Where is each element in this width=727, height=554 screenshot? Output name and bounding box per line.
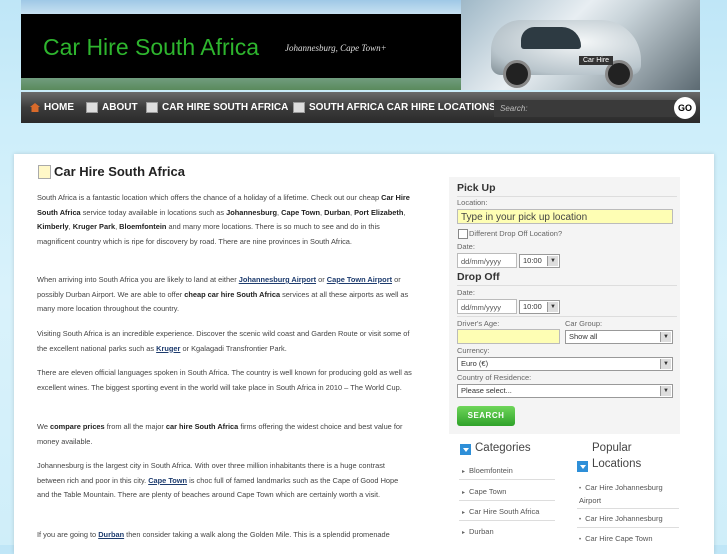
category-item[interactable]: ▸ Car Hire South Africa [462, 507, 539, 516]
car-group-label: Car Group: [565, 319, 603, 328]
different-dropoff-checkbox[interactable] [458, 229, 468, 239]
popular-location-item[interactable]: • Car Hire Johannesburg Airport [579, 482, 679, 507]
divider [457, 196, 677, 197]
link-kruger[interactable]: Kruger [156, 344, 180, 353]
chevron-down-icon: ▼ [660, 386, 671, 396]
bullet-icon: • [579, 517, 582, 523]
go-button[interactable]: GO [674, 97, 696, 119]
bullet-icon: ▸ [462, 510, 466, 516]
dropoff-heading: Drop Off [457, 271, 500, 283]
article-paragraph-5: We compare prices from all the major car… [37, 422, 403, 446]
pickup-location-input[interactable]: Type in your pick up location [457, 209, 673, 224]
search-input[interactable]: Search: [494, 100, 678, 117]
location-label: Location: [457, 198, 488, 207]
popular-location-item[interactable]: • Car Hire Cape Town [579, 534, 653, 543]
dropoff-date-input[interactable]: dd/mm/yyyy [457, 299, 517, 314]
nav-item-locations[interactable]: SOUTH AFRICA CAR HIRE LOCATIONS [293, 92, 496, 123]
nav-item-label: ABOUT [102, 102, 138, 113]
divider [577, 527, 679, 528]
dropoff-date-label: Date: [457, 288, 475, 297]
pickup-heading: Pick Up [457, 182, 496, 194]
popular-heading-line2: Locations [592, 458, 642, 470]
nav-item-about[interactable]: ABOUT [86, 92, 138, 123]
different-dropoff-label: Different Drop Off Location? [469, 229, 563, 238]
article-paragraph-2: When arriving into South Africa you are … [37, 275, 409, 313]
site-tagline: Johannesburg, Cape Town+ [285, 43, 387, 53]
currency-select[interactable]: Euro (€) ▼ [457, 357, 673, 371]
pickup-time-select[interactable]: 10:00 ▼ [519, 254, 560, 268]
article-paragraph-7: If you are going to Durban then consider… [37, 530, 390, 539]
link-cape-town-airport[interactable]: Cape Town Airport [327, 275, 392, 284]
page-icon [293, 102, 305, 113]
currency-label: Currency: [457, 346, 490, 355]
search-button[interactable]: SEARCH [457, 406, 515, 426]
chevron-down-icon: ▼ [660, 332, 671, 342]
pickup-date-input[interactable]: dd/mm/yyyy [457, 253, 517, 268]
link-cape-town[interactable]: Cape Town [148, 476, 187, 485]
car-group-value: Show all [569, 332, 598, 341]
pickup-time-value: 10:00 [523, 256, 542, 265]
car-label: Car Hire [579, 56, 614, 65]
dropoff-time-select[interactable]: 10:00 ▼ [519, 300, 560, 314]
popular-heading: Popular [592, 442, 632, 454]
chevron-down-icon [577, 461, 588, 472]
car-wheel [503, 60, 531, 88]
chevron-down-icon [460, 444, 471, 455]
link-johannesburg-airport[interactable]: Johannesburg Airport [239, 275, 316, 284]
divider [577, 508, 679, 509]
car-window [521, 27, 581, 49]
residence-value: Please select... [461, 386, 512, 395]
page-icon [146, 102, 158, 113]
nav-item-label: SOUTH AFRICA CAR HIRE LOCATIONS [309, 102, 496, 113]
bullet-icon: ▸ [462, 490, 466, 496]
article-paragraph-4: There are eleven official languages spok… [37, 368, 412, 392]
article-paragraph-6: Johannesburg is the largest city in Sout… [37, 461, 399, 499]
chevron-down-icon: ▼ [547, 302, 558, 312]
nav-item-car-hire-south-africa[interactable]: CAR HIRE SOUTH AFRICA [146, 92, 288, 123]
nav-item-home[interactable]: HOME [30, 92, 74, 123]
dropoff-time-value: 10:00 [523, 302, 542, 311]
article-paragraph-1: South Africa is a fantastic location whi… [37, 193, 410, 246]
site-title[interactable]: Car Hire South Africa [43, 34, 259, 61]
chevron-down-icon: ▼ [660, 359, 671, 369]
nav-item-label: CAR HIRE SOUTH AFRICA [162, 102, 289, 113]
bullet-icon: ▸ [462, 469, 466, 475]
chevron-down-icon: ▼ [547, 256, 558, 266]
link-durban[interactable]: Durban [98, 530, 124, 539]
category-item[interactable]: ▸ Bloemfontein [462, 466, 513, 475]
popular-location-item[interactable]: • Car Hire Johannesburg [579, 514, 663, 523]
divider [457, 285, 677, 286]
divider [459, 520, 555, 521]
residence-select[interactable]: Please select... ▼ [457, 384, 673, 398]
divider [457, 316, 677, 317]
drivers-age-label: Driver's Age: [457, 319, 500, 328]
bullet-icon: • [579, 537, 582, 543]
page-icon [86, 102, 98, 113]
bullet-icon: • [579, 486, 582, 492]
residence-label: Country of Residence: [457, 373, 532, 382]
currency-value: Euro (€) [461, 359, 489, 368]
pickup-date-label: Date: [457, 242, 475, 251]
page-title-text: Car Hire South Africa [54, 164, 185, 179]
article-paragraph-3: Visiting South Africa is an incredible e… [37, 329, 410, 353]
divider [459, 479, 555, 480]
home-icon [30, 103, 40, 112]
divider [459, 500, 555, 501]
bullet-icon: ▸ [462, 530, 466, 536]
car-group-select[interactable]: Show all ▼ [565, 330, 673, 344]
category-item[interactable]: ▸ Cape Town [462, 487, 506, 496]
document-icon [38, 164, 51, 179]
page-title: Car Hire South Africa [38, 164, 185, 179]
categories-heading: Categories [475, 442, 531, 454]
nav-item-label: HOME [44, 102, 74, 113]
category-item[interactable]: ▸ Durban [462, 527, 494, 536]
drivers-age-input[interactable] [457, 329, 560, 344]
